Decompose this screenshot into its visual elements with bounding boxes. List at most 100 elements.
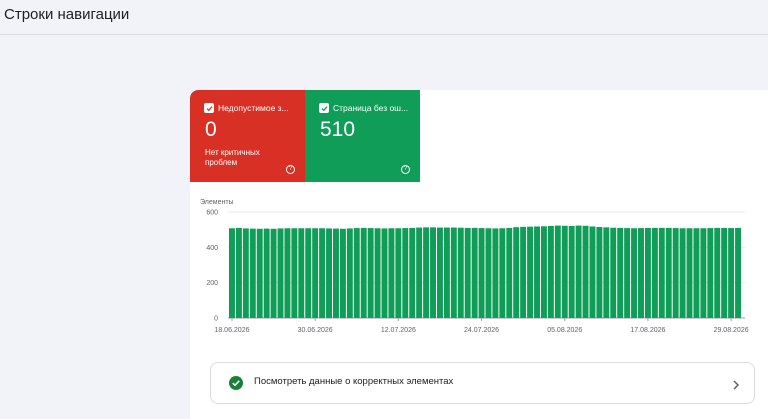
- bar: [644, 227, 651, 318]
- bar: [291, 228, 298, 318]
- bar: [679, 228, 686, 318]
- view-valid-items-row[interactable]: Посмотреть данные о корректных элементах: [210, 362, 755, 404]
- tile-invalid-subtitle: Нет критичных проблем: [205, 148, 260, 167]
- view-valid-items-label: Посмотреть данные о корректных элементах: [254, 376, 454, 387]
- bar: [235, 227, 242, 318]
- bar: [575, 225, 582, 318]
- x-tick-label: 05.08.2026: [547, 327, 582, 334]
- y-axis-title: Элементы: [200, 199, 234, 206]
- bar: [707, 228, 714, 318]
- bar: [686, 228, 693, 318]
- bar: [249, 228, 256, 318]
- bar: [229, 228, 235, 318]
- bar: [457, 227, 464, 318]
- bar: [665, 227, 672, 318]
- bar: [443, 227, 450, 318]
- bar: [561, 225, 568, 318]
- bar: [651, 227, 658, 318]
- bar: [263, 228, 270, 318]
- tile-invalid-toggle[interactable]: Недопустимое з...: [204, 103, 300, 113]
- help-circle-icon[interactable]: ?: [401, 165, 410, 174]
- bar: [395, 228, 402, 318]
- bar: [339, 228, 346, 318]
- bar: [242, 228, 249, 318]
- bar: [381, 228, 388, 318]
- bar: [582, 225, 589, 318]
- chevron-right-icon[interactable]: [732, 377, 740, 395]
- bar: [617, 227, 624, 318]
- bar: [693, 228, 700, 318]
- check-circle-icon: [229, 376, 243, 395]
- bar: [658, 227, 665, 318]
- bar: [374, 228, 381, 318]
- elements-chart: Элементы 0 200 400 600 18.06.2026 30.06.2026 12…: [200, 199, 749, 334]
- tile-valid-label: Страница без ош...: [333, 103, 409, 113]
- bar: [284, 228, 291, 318]
- tile-valid-value: 510: [320, 118, 356, 141]
- bar: [527, 226, 534, 318]
- bar: [409, 227, 416, 318]
- x-tick-label: 17.08.2026: [630, 327, 665, 334]
- bar: [534, 226, 540, 318]
- bar: [353, 228, 360, 318]
- bar: [471, 227, 478, 318]
- bar: [402, 228, 409, 318]
- bar: [589, 226, 596, 318]
- x-tick-label: 24.07.2026: [464, 327, 499, 334]
- bar: [513, 227, 520, 318]
- page-title: Строки навигации: [4, 6, 130, 23]
- bar: [540, 226, 547, 318]
- help-circle-icon[interactable]: ?: [286, 165, 295, 174]
- bar: [714, 227, 721, 318]
- bar: [416, 227, 423, 318]
- bar: [568, 225, 575, 318]
- bar: [326, 228, 333, 318]
- bar: [610, 227, 617, 318]
- bar: [499, 228, 506, 318]
- bar: [450, 227, 457, 318]
- bar: [547, 225, 554, 318]
- bar: [624, 228, 631, 318]
- bar: [728, 228, 735, 318]
- x-tick-label: 30.06.2026: [298, 327, 333, 334]
- tile-valid[interactable]: Страница без ош... 510 ?: [305, 90, 420, 182]
- checkbox-checked-icon[interactable]: [319, 103, 329, 113]
- x-tick-label: 18.06.2026: [214, 327, 249, 334]
- x-tick-label: 29.08.2026: [714, 327, 749, 334]
- bar: [485, 228, 492, 318]
- bar: [423, 227, 430, 318]
- bar: [312, 228, 319, 318]
- bar: [700, 228, 707, 318]
- bar: [319, 228, 326, 318]
- bar: [554, 225, 561, 318]
- y-tick-label: 0: [214, 316, 218, 323]
- bar: [478, 228, 485, 318]
- bar: [430, 227, 436, 318]
- tile-invalid-label: Недопустимое з...: [218, 103, 289, 113]
- bar: [360, 227, 367, 318]
- bar: [735, 227, 742, 318]
- bar: [492, 228, 499, 318]
- bar: [346, 228, 353, 318]
- bar: [721, 227, 728, 318]
- bar: [367, 228, 374, 318]
- x-tick-label: 12.07.2026: [381, 327, 416, 334]
- bar: [464, 227, 471, 318]
- y-tick-label: 600: [206, 210, 218, 217]
- bar: [631, 228, 638, 318]
- tile-invalid[interactable]: Недопустимое з... 0 Нет критичных пробле…: [190, 90, 305, 182]
- tile-valid-toggle[interactable]: Страница без ош...: [319, 103, 415, 113]
- bar: [256, 228, 263, 318]
- bar: [603, 227, 610, 318]
- bar: [520, 226, 527, 318]
- bar: [506, 227, 513, 318]
- bar: [277, 228, 284, 318]
- y-tick-label: 400: [206, 245, 218, 252]
- bar: [638, 228, 644, 318]
- page-header: Строки навигации: [0, 0, 768, 35]
- bar: [298, 228, 305, 318]
- checkbox-checked-icon[interactable]: [204, 103, 214, 113]
- bar: [596, 227, 603, 318]
- bar: [270, 228, 277, 318]
- y-tick-label: 200: [206, 280, 218, 287]
